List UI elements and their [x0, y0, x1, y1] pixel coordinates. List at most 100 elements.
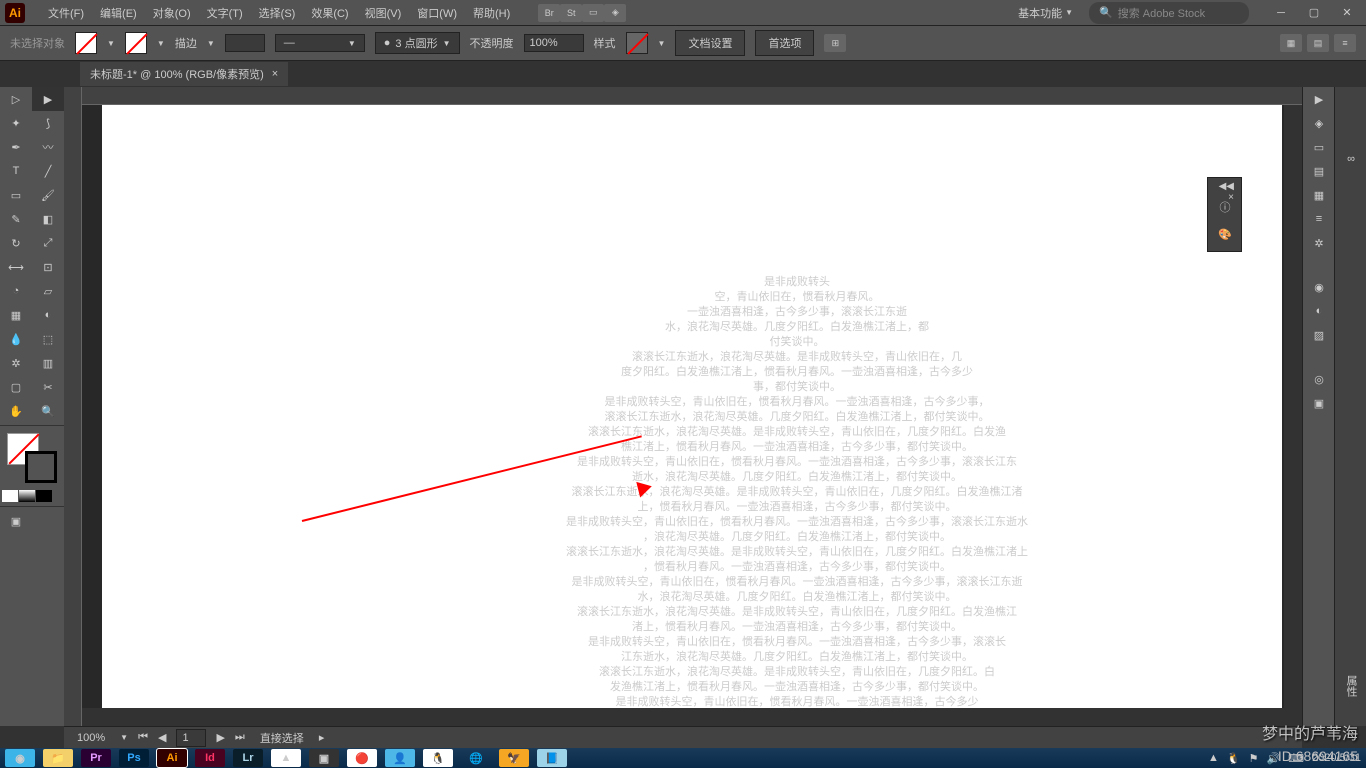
- ruler-horizontal[interactable]: [82, 87, 1302, 105]
- taskbar-photoshop-icon[interactable]: Ps: [119, 749, 149, 767]
- floating-panel[interactable]: ◀◀ × ⓘ 🎨: [1207, 177, 1242, 252]
- screen-mode[interactable]: ▣: [0, 509, 32, 533]
- panel-menu-icon[interactable]: ≡: [1334, 34, 1356, 52]
- selection-tool[interactable]: ▷: [0, 87, 32, 111]
- artboard-number[interactable]: [176, 729, 206, 747]
- stroke-weight[interactable]: [225, 34, 265, 52]
- stroke-swatch[interactable]: [125, 32, 147, 54]
- color-picker[interactable]: [7, 433, 57, 483]
- zoom-tool[interactable]: 🔍: [32, 399, 64, 423]
- taskbar-chrome-icon[interactable]: 🌐: [461, 749, 491, 767]
- opacity-input[interactable]: [524, 34, 584, 52]
- fill-swatch[interactable]: [75, 32, 97, 54]
- canvas[interactable]: 是非成败转头空，青山依旧在，惯看秋月春风。一壶浊酒喜相逢，古今多少事，滚滚长江东…: [82, 105, 1284, 708]
- menu-file[interactable]: 文件(F): [40, 5, 92, 21]
- artboard-tool[interactable]: ▢: [0, 375, 32, 399]
- taskbar-indesign-icon[interactable]: Id: [195, 749, 225, 767]
- stroke-color[interactable]: [25, 451, 57, 483]
- shape-builder-tool[interactable]: ◔: [0, 279, 32, 303]
- curvature-tool[interactable]: 〰: [32, 135, 64, 159]
- menu-text[interactable]: 文字(T): [199, 5, 251, 21]
- bridge-icon[interactable]: Br: [538, 4, 560, 22]
- window-close[interactable]: ✕: [1333, 4, 1361, 22]
- swatches-panel-icon[interactable]: ▦: [1303, 183, 1335, 207]
- arrange-icon[interactable]: ▭: [582, 4, 604, 22]
- taskbar-app3-icon[interactable]: 🦅: [499, 749, 529, 767]
- slice-tool[interactable]: ✂: [32, 375, 64, 399]
- direct-selection-tool[interactable]: ▶: [32, 87, 64, 111]
- gradient-panel-icon[interactable]: ◐: [1303, 299, 1335, 323]
- menu-view[interactable]: 视图(V): [357, 5, 410, 21]
- profile-drop[interactable]: ●3 点圆形▼: [375, 32, 460, 54]
- doc-setup-button[interactable]: 文档设置: [675, 30, 745, 56]
- graphic-styles-panel-icon[interactable]: ▣: [1303, 391, 1335, 415]
- menu-select[interactable]: 选择(S): [251, 5, 304, 21]
- panel-info-icon[interactable]: ⓘ: [1211, 194, 1239, 220]
- menu-window[interactable]: 窗口(W): [409, 5, 465, 21]
- line-tool[interactable]: ╱: [32, 159, 64, 183]
- draw-behind[interactable]: [19, 490, 35, 502]
- pen-tool[interactable]: ✒: [0, 135, 32, 159]
- symbol-tool[interactable]: ✲: [0, 351, 32, 375]
- brush-drop[interactable]: —▼: [275, 34, 365, 52]
- artboard[interactable]: 是非成败转头空，青山依旧在，惯看秋月春风。一壶浊酒喜相逢，古今多少事，滚滚长江东…: [102, 105, 1282, 708]
- tray-flag-icon[interactable]: ⚑: [1249, 752, 1259, 765]
- window-restore[interactable]: ▢: [1300, 4, 1328, 22]
- cc-panel-icon[interactable]: ▤: [1303, 159, 1335, 183]
- taskbar-browser-icon[interactable]: ◉: [5, 749, 35, 767]
- mesh-tool[interactable]: ▦: [0, 303, 32, 327]
- align-icon[interactable]: ⊞: [824, 34, 846, 52]
- draw-normal[interactable]: [2, 490, 18, 502]
- panel-color-icon[interactable]: 🎨: [1211, 221, 1239, 247]
- stock-icon[interactable]: St: [560, 4, 582, 22]
- taskbar-explorer-icon[interactable]: 📁: [43, 749, 73, 767]
- width-tool[interactable]: ⟷: [0, 255, 32, 279]
- nav-next-icon[interactable]: ▶: [216, 731, 224, 744]
- search-box[interactable]: 🔍搜索 Adobe Stock: [1089, 2, 1249, 24]
- gradient-tool[interactable]: ◐: [32, 303, 64, 327]
- style-swatch[interactable]: [626, 32, 648, 54]
- taskbar-illustrator-icon[interactable]: Ai: [157, 749, 187, 767]
- gpu-icon[interactable]: ◈: [604, 4, 626, 22]
- blend-tool[interactable]: ⬚: [32, 327, 64, 351]
- document-tab[interactable]: 未标题-1* @ 100% (RGB/像素预览) ×: [80, 62, 288, 86]
- panel-icon2[interactable]: ▤: [1307, 34, 1329, 52]
- brushes-panel-icon[interactable]: ≡: [1303, 207, 1335, 231]
- layers-panel-icon[interactable]: ◈: [1303, 111, 1335, 135]
- shaper-tool[interactable]: ✎: [0, 207, 32, 231]
- lasso-tool[interactable]: ⟆: [32, 111, 64, 135]
- nav-prev-icon[interactable]: ◀: [158, 731, 166, 744]
- draw-inside[interactable]: [36, 490, 52, 502]
- eyedropper-tool[interactable]: 💧: [0, 327, 32, 351]
- stroke-panel-icon[interactable]: ◉: [1303, 275, 1335, 299]
- paintbrush-tool[interactable]: 🖌: [32, 183, 64, 207]
- type-tool[interactable]: T: [0, 159, 32, 183]
- taskbar-app1-icon[interactable]: 🔴: [347, 749, 377, 767]
- transparency-panel-icon[interactable]: ▨: [1303, 323, 1335, 347]
- taskbar-premiere-icon[interactable]: Pr: [81, 749, 111, 767]
- workspace-switcher[interactable]: 基本功能▼: [1010, 5, 1081, 21]
- menu-edit[interactable]: 编辑(E): [92, 5, 145, 21]
- libraries-panel-icon[interactable]: ▭: [1303, 135, 1335, 159]
- appearance-panel-icon[interactable]: ◎: [1303, 367, 1335, 391]
- prefs-button[interactable]: 首选项: [755, 30, 814, 56]
- eraser-tool[interactable]: ◧: [32, 207, 64, 231]
- properties-panel-icon[interactable]: ▶: [1303, 87, 1335, 111]
- taskbar-drive-icon[interactable]: ▲: [271, 749, 301, 767]
- magic-wand-tool[interactable]: ✦: [0, 111, 32, 135]
- menu-object[interactable]: 对象(O): [145, 5, 199, 21]
- rectangle-tool[interactable]: ▭: [0, 183, 32, 207]
- nav-last-icon[interactable]: ⏭: [235, 731, 245, 744]
- scale-tool[interactable]: ⤢: [32, 231, 64, 255]
- graph-tool[interactable]: ▥: [32, 351, 64, 375]
- panel-collapse-icon[interactable]: ◀◀ ×: [1211, 181, 1238, 193]
- taskbar-notes-icon[interactable]: 📘: [537, 749, 567, 767]
- taskbar-app2-icon[interactable]: 👤: [385, 749, 415, 767]
- cc-libraries-icon[interactable]: ∞: [1335, 147, 1366, 171]
- rotate-tool[interactable]: ↻: [0, 231, 32, 255]
- taskbar-qq-icon[interactable]: 🐧: [423, 749, 453, 767]
- nav-first-icon[interactable]: ⏮: [138, 731, 148, 744]
- menu-help[interactable]: 帮助(H): [465, 5, 518, 21]
- free-transform-tool[interactable]: ⊡: [32, 255, 64, 279]
- area-type-object[interactable]: 是非成败转头空，青山依旧在，惯看秋月春风。一壶浊酒喜相逢，古今多少事，滚滚长江东…: [542, 275, 1052, 708]
